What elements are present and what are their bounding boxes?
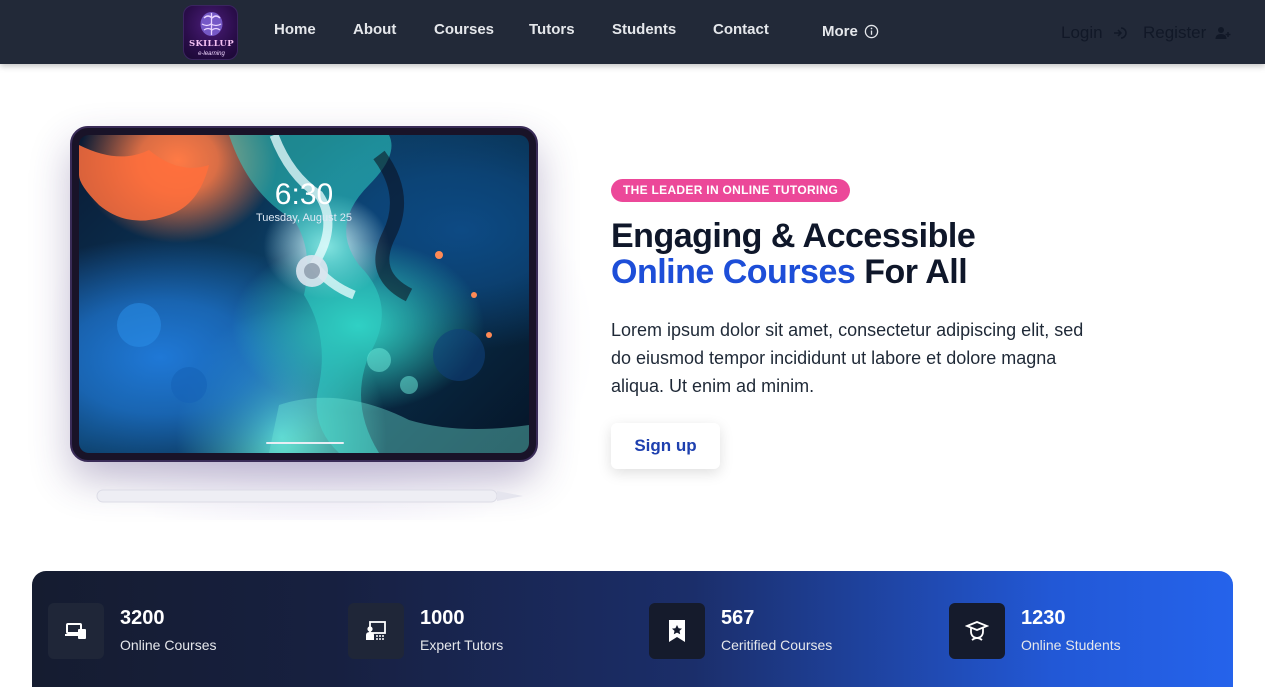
stat-value: 1230	[1021, 607, 1066, 629]
logo-wordmark: SKILLUP	[189, 39, 234, 49]
nav-item-about[interactable]: About	[353, 21, 396, 38]
stat-icon-box	[949, 603, 1005, 659]
nav-item-home[interactable]: Home	[274, 21, 316, 38]
tablet-screen: 6:30 Tuesday, August 25	[79, 135, 529, 453]
stat-icon-box	[649, 603, 705, 659]
tablet-device: 6:30 Tuesday, August 25	[70, 126, 538, 462]
bookmark-star-icon	[669, 620, 685, 642]
stat-value: 1000	[420, 607, 465, 629]
nav-item-students[interactable]: Students	[612, 21, 676, 38]
login-link[interactable]: Login	[1061, 23, 1128, 43]
stat-icon-box	[48, 603, 104, 659]
nav-more-label: More	[822, 23, 858, 40]
headline-accent: Online Courses	[611, 253, 856, 291]
graduate-icon	[965, 621, 989, 641]
stylus-pencil	[96, 489, 523, 503]
stat-label: Ceritified Courses	[721, 637, 833, 653]
stat-value: 3200	[120, 607, 165, 629]
signup-button[interactable]: Sign up	[611, 423, 720, 469]
hero-headline: Engaging & Accessible Online Courses For…	[611, 218, 1171, 290]
login-label: Login	[1061, 23, 1103, 42]
register-link[interactable]: Register	[1143, 23, 1231, 43]
nav-more-dropdown[interactable]: More	[822, 23, 879, 40]
teacher-board-icon	[366, 621, 386, 640]
hero-description: Lorem ipsum dolor sit amet, consectetur …	[611, 320, 1084, 396]
hero-badge: THE LEADER IN ONLINE TUTORING	[611, 179, 851, 202]
tablet-lock-time: 6:30	[274, 178, 334, 211]
tablet-home-indicator	[266, 442, 344, 444]
brand-logo[interactable]: SKILLUP e-learning	[183, 5, 238, 60]
navbar: SKILLUP e-learning Home About Courses Tu…	[0, 0, 1265, 64]
nav-item-courses[interactable]: Courses	[434, 21, 494, 38]
nav-item-contact[interactable]: Contact	[713, 21, 769, 38]
tablet-lock-date: Tuesday, August 25	[255, 212, 352, 224]
logo-tagline: e-learning	[198, 51, 225, 57]
user-plus-icon	[1215, 27, 1231, 39]
stat-icon-box	[348, 603, 404, 659]
stat-label: Online Students	[1021, 637, 1121, 653]
headline-line-2-end: For All	[864, 253, 968, 291]
stat-label: Expert Tutors	[420, 637, 504, 653]
info-icon	[864, 24, 879, 39]
register-label: Register	[1143, 23, 1207, 42]
stats-band: 3200 Online Courses 1000 Expert Tutors 5…	[32, 571, 1233, 687]
headline-line-1: Engaging & Accessible	[611, 217, 976, 255]
nav-item-tutors[interactable]: Tutors	[529, 21, 575, 38]
stat-label: Online Courses	[120, 637, 217, 653]
hero-tablet-illustration: 6:30 Tuesday, August 25	[40, 100, 600, 540]
stat-value: 567	[721, 607, 755, 629]
devices-icon	[65, 623, 86, 639]
login-arrow-icon	[1113, 27, 1127, 39]
